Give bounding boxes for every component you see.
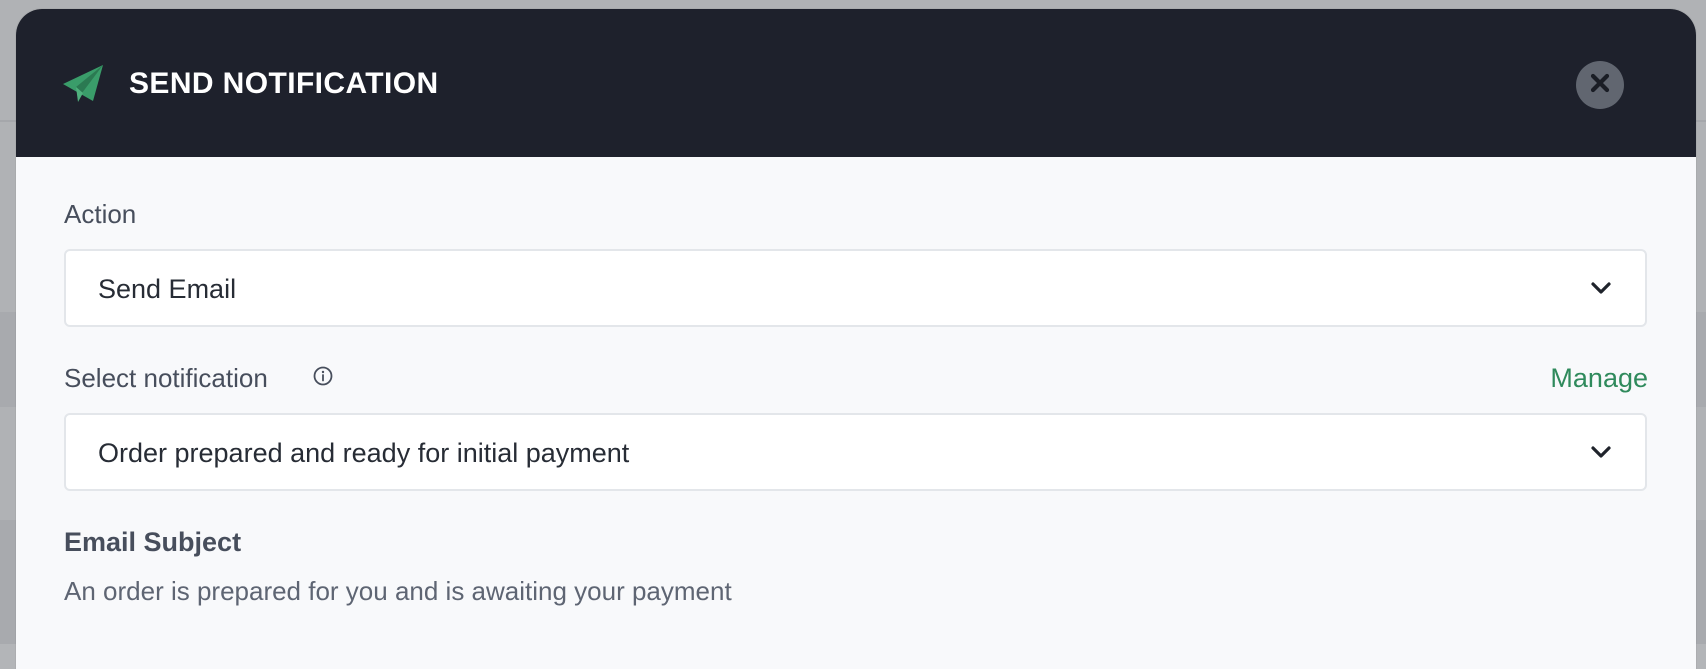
select-notification-label: Select notification	[64, 363, 268, 393]
email-subject-value: An order is prepared for you and is awai…	[64, 576, 732, 606]
paper-plane-icon	[62, 64, 104, 104]
action-select-value: Send Email	[98, 274, 237, 304]
send-notification-modal: SEND NOTIFICATION Action Send Email Sele…	[16, 9, 1696, 669]
close-button[interactable]	[1576, 61, 1624, 109]
notification-select-value: Order prepared and ready for initial pay…	[98, 438, 630, 468]
close-icon	[1589, 72, 1611, 99]
chevron-down-icon	[1589, 278, 1613, 298]
modal-title: SEND NOTIFICATION	[129, 67, 439, 100]
modal-header: SEND NOTIFICATION	[16, 9, 1696, 157]
action-select[interactable]: Send Email	[64, 249, 1647, 327]
manage-link[interactable]: Manage	[1550, 361, 1648, 395]
email-subject-label: Email Subject	[64, 527, 242, 557]
info-icon[interactable]	[312, 365, 334, 387]
chevron-down-icon	[1589, 442, 1613, 462]
notification-select[interactable]: Order prepared and ready for initial pay…	[64, 413, 1647, 491]
action-label: Action	[64, 199, 137, 229]
